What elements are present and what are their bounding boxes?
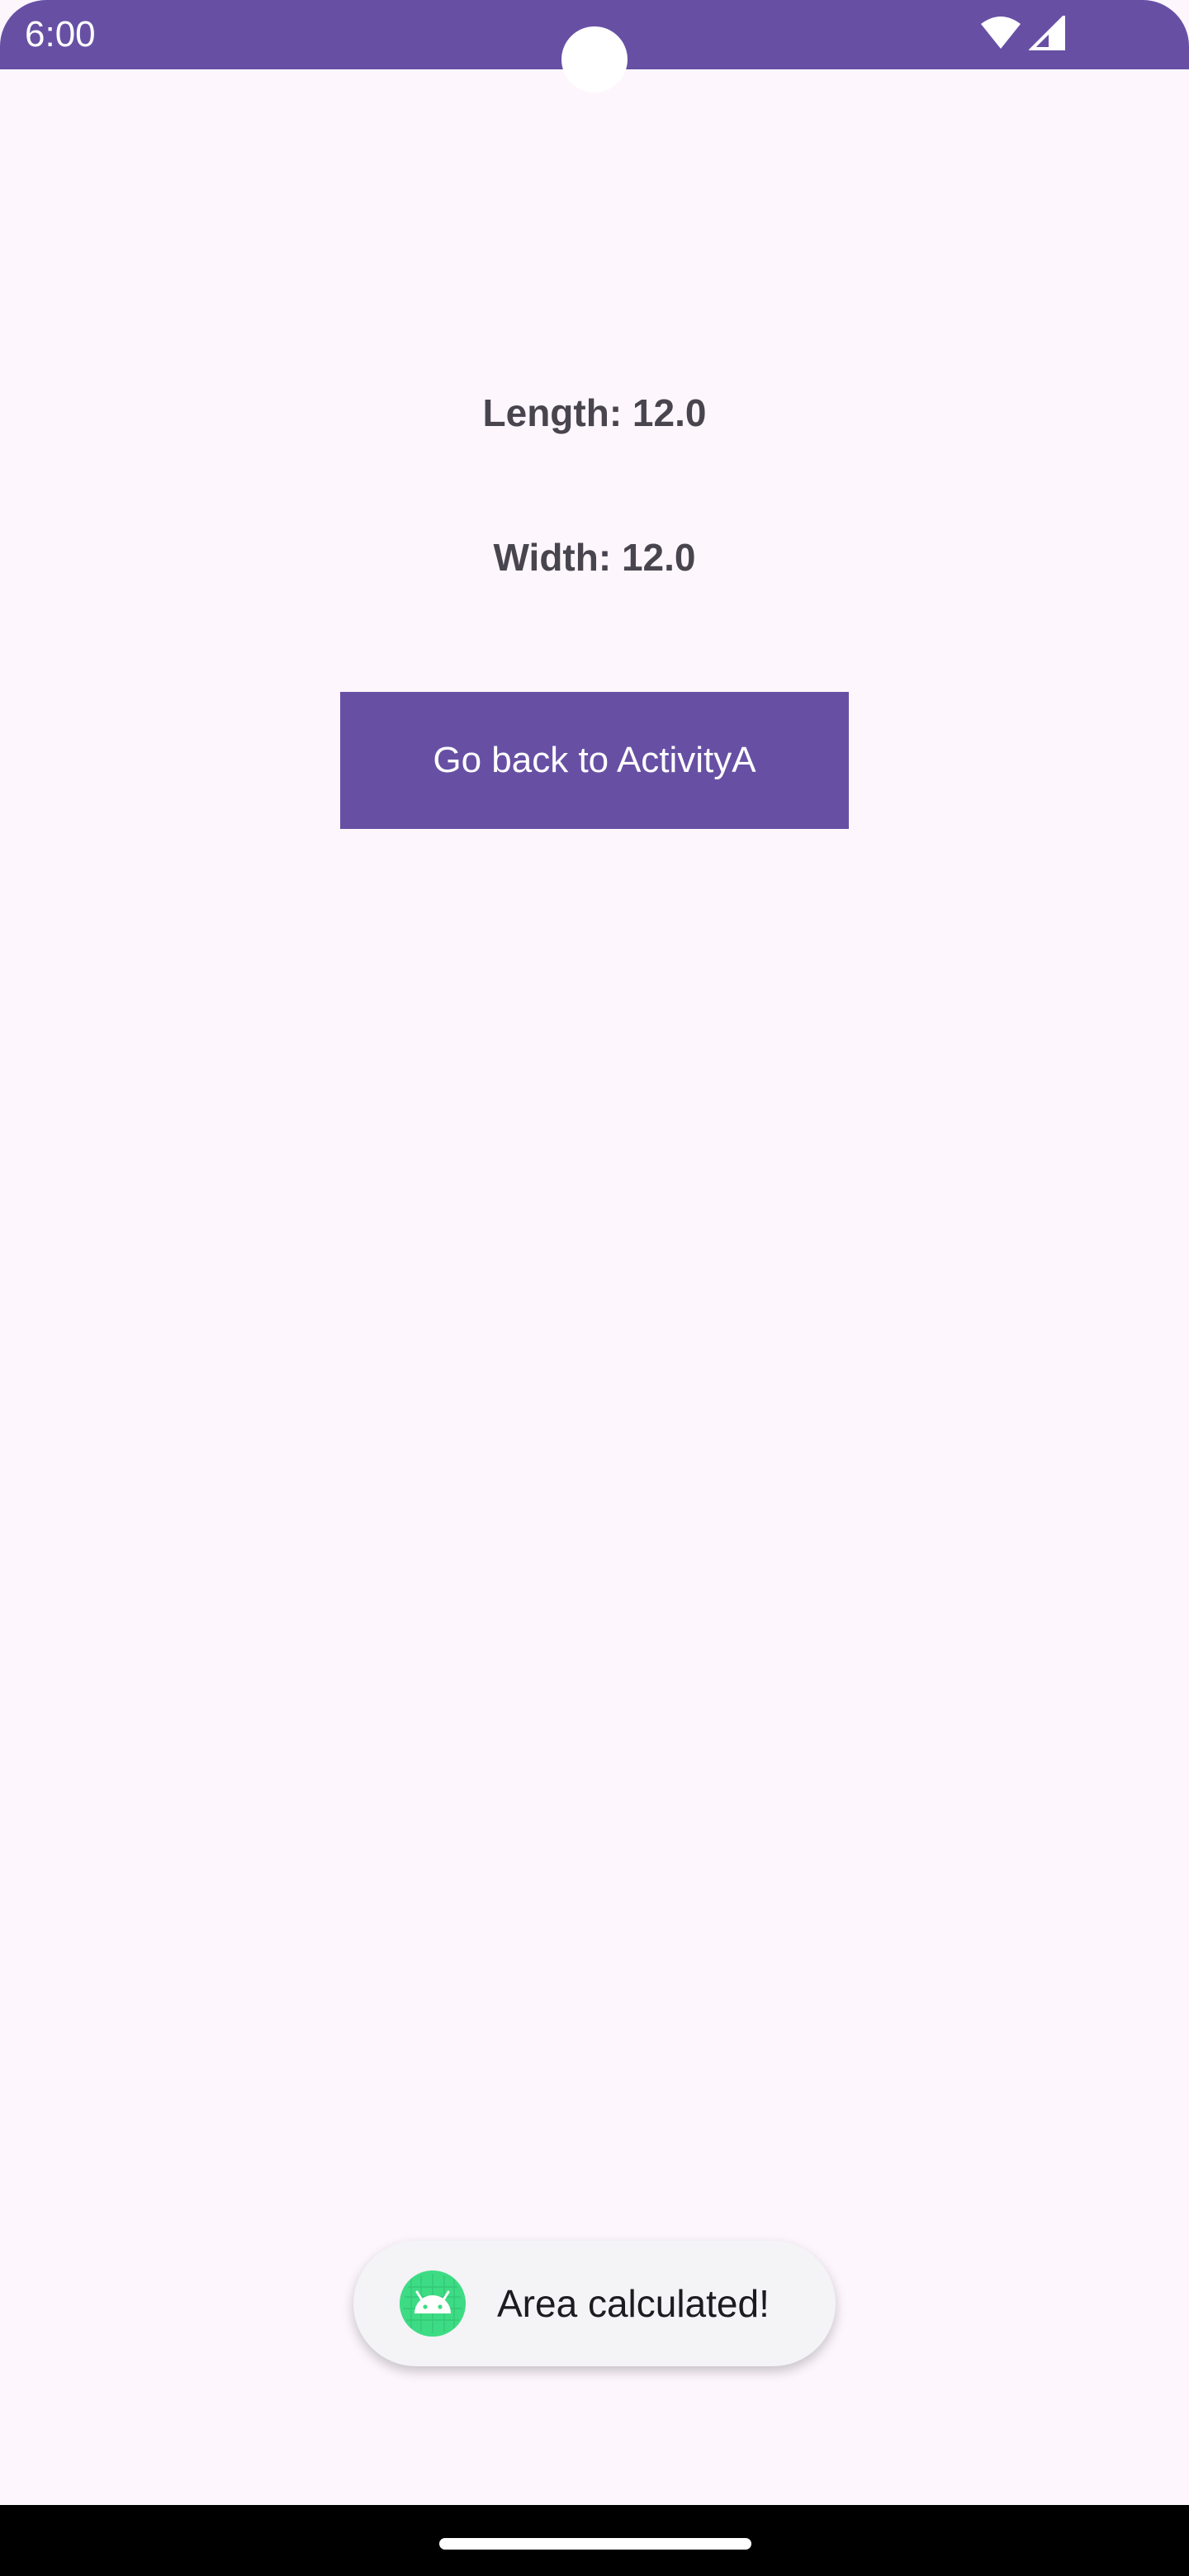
status-bar: 6:00 [0,0,1189,92]
navigation-bar [0,2505,1189,2576]
length-label: Length: 12.0 [482,391,707,434]
status-icons [979,12,1065,54]
status-time: 6:00 [25,14,96,54]
toast-message: Area calculated! [497,2282,770,2325]
home-gesture-handle[interactable] [439,2538,751,2550]
android-icon [400,2271,466,2337]
go-back-button[interactable]: Go back to ActivityA [340,692,849,829]
cellular-signal-icon [1028,12,1065,54]
camera-cutout [561,26,628,92]
toast: Area calculated! [353,2241,836,2366]
wifi-icon [979,16,1022,54]
width-label: Width: 12.0 [493,536,696,579]
